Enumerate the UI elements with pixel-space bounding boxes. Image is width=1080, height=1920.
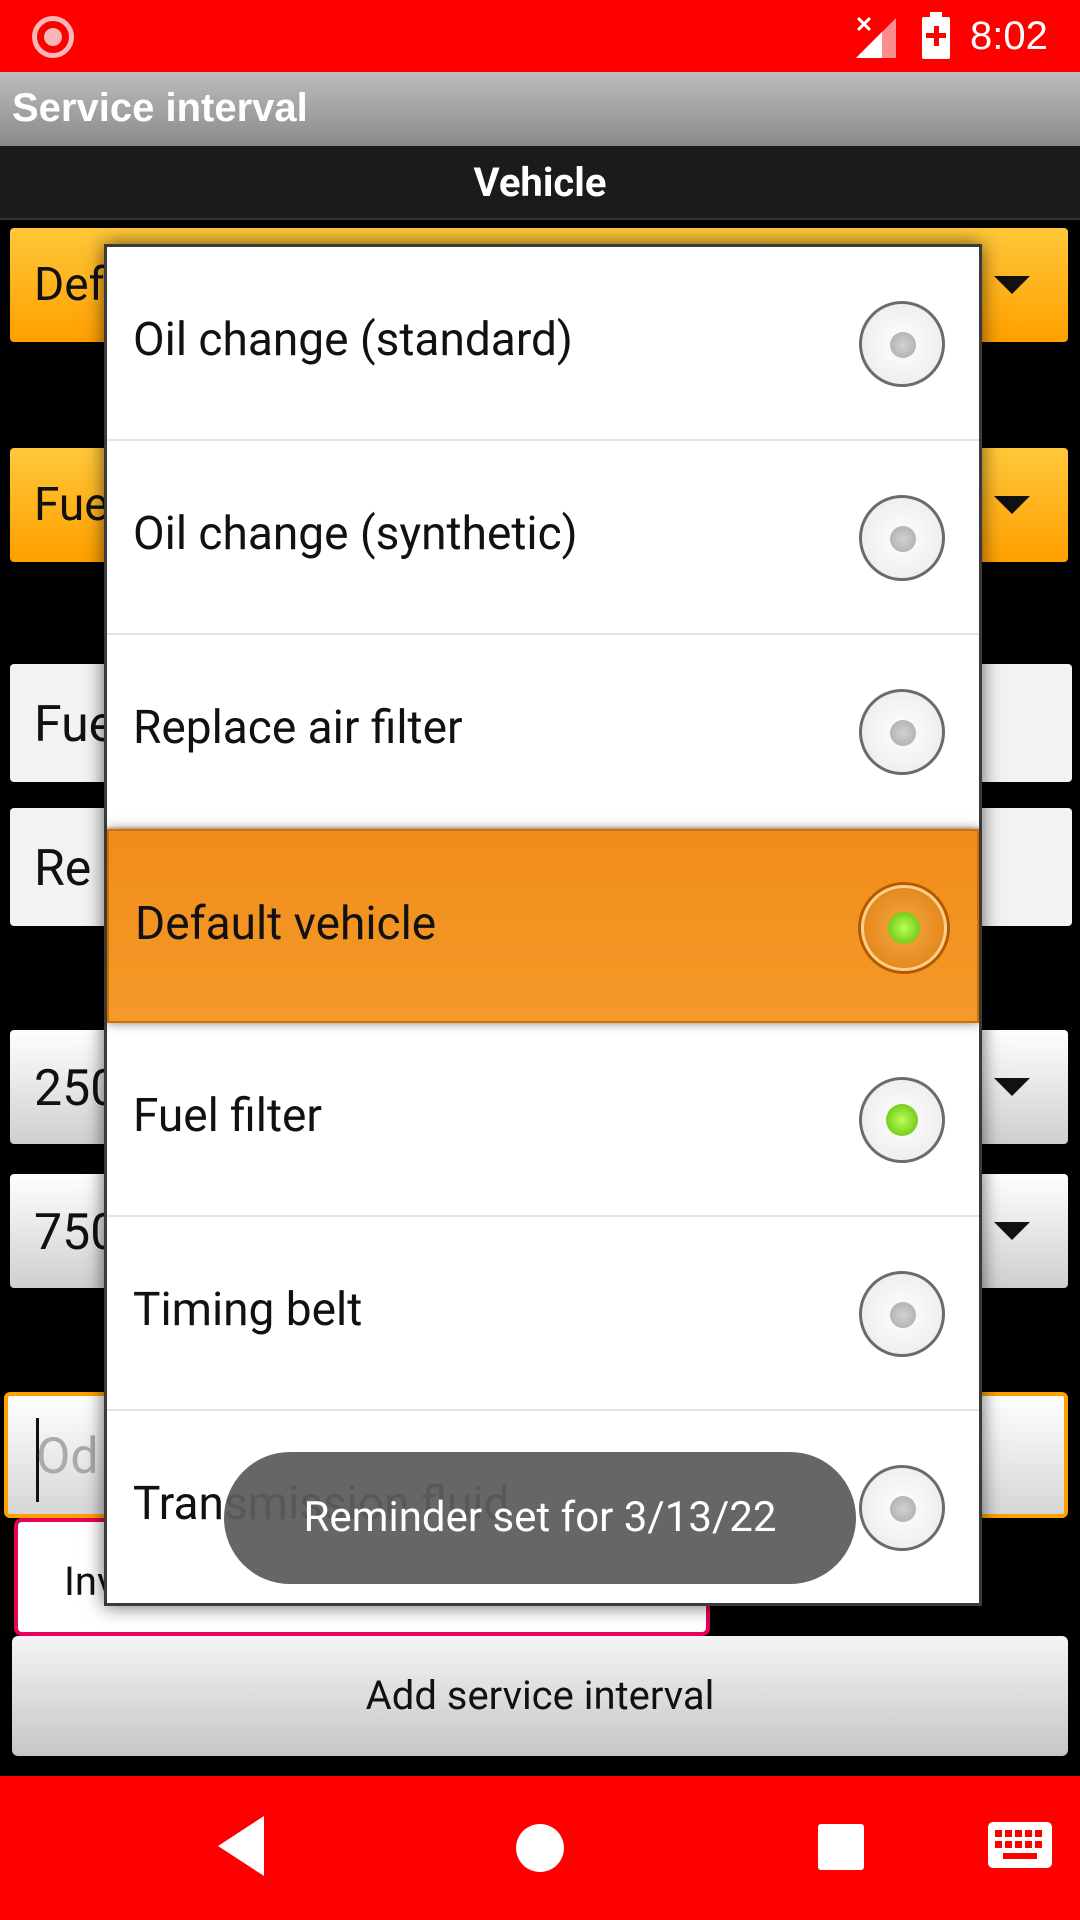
option-label: Fuel filter bbox=[133, 1089, 322, 1143]
chevron-down-icon bbox=[994, 1078, 1030, 1096]
option-oil-change-standard[interactable]: Oil change (standard) bbox=[107, 247, 979, 441]
record-icon bbox=[32, 16, 74, 58]
clock: 8:02 bbox=[970, 14, 1048, 58]
radio-button-icon[interactable] bbox=[859, 1271, 945, 1357]
service-name-text: Fue bbox=[34, 696, 116, 754]
radio-button-checked-icon[interactable] bbox=[859, 1077, 945, 1163]
app-bar: Service interval bbox=[0, 72, 1080, 146]
option-label: Default vehicle bbox=[135, 897, 437, 951]
odometer-placeholder: Od bbox=[36, 1428, 99, 1486]
add-service-interval-button[interactable]: Add service interval bbox=[12, 1636, 1068, 1756]
signal-off-icon bbox=[856, 16, 896, 58]
radio-button-icon[interactable] bbox=[859, 689, 945, 775]
toast-message: Reminder set for 3/13/22 bbox=[224, 1452, 856, 1584]
chevron-down-icon bbox=[994, 496, 1030, 514]
back-icon[interactable] bbox=[214, 1814, 268, 1878]
service-type-dialog: Oil change (standard) Oil change (synthe… bbox=[104, 244, 982, 1606]
chevron-down-icon bbox=[994, 276, 1030, 294]
option-label: Replace air filter bbox=[133, 701, 463, 755]
radio-button-icon[interactable] bbox=[859, 301, 945, 387]
home-icon[interactable] bbox=[516, 1824, 564, 1872]
status-bar: 8:02 bbox=[0, 0, 1080, 72]
option-label: Oil change (synthetic) bbox=[133, 507, 578, 561]
option-fuel-filter[interactable]: Fuel filter bbox=[107, 1023, 979, 1217]
radio-button-icon[interactable] bbox=[859, 495, 945, 581]
option-timing-belt[interactable]: Timing belt bbox=[107, 1217, 979, 1411]
nav-bar bbox=[0, 1776, 1080, 1920]
option-default-vehicle[interactable]: Default vehicle bbox=[107, 829, 979, 1023]
service-description-text: Re bbox=[34, 840, 92, 898]
chevron-down-icon bbox=[994, 1222, 1030, 1240]
section-header: Vehicle bbox=[0, 146, 1080, 220]
vehicle-spinner-text: Def bbox=[34, 258, 105, 312]
option-replace-air-filter[interactable]: Replace air filter bbox=[107, 635, 979, 829]
service-type-spinner-text: Fue bbox=[34, 478, 109, 532]
keyboard-icon[interactable] bbox=[988, 1822, 1052, 1868]
radio-button-checked-icon[interactable] bbox=[861, 885, 947, 971]
battery-charging-icon bbox=[922, 12, 950, 59]
option-label: Oil change (standard) bbox=[133, 313, 573, 367]
option-label: Timing belt bbox=[133, 1283, 363, 1337]
recents-icon[interactable] bbox=[818, 1824, 864, 1870]
option-oil-change-synthetic[interactable]: Oil change (synthetic) bbox=[107, 441, 979, 635]
app-title: Service interval bbox=[12, 86, 308, 130]
radio-button-icon[interactable] bbox=[859, 1465, 945, 1551]
